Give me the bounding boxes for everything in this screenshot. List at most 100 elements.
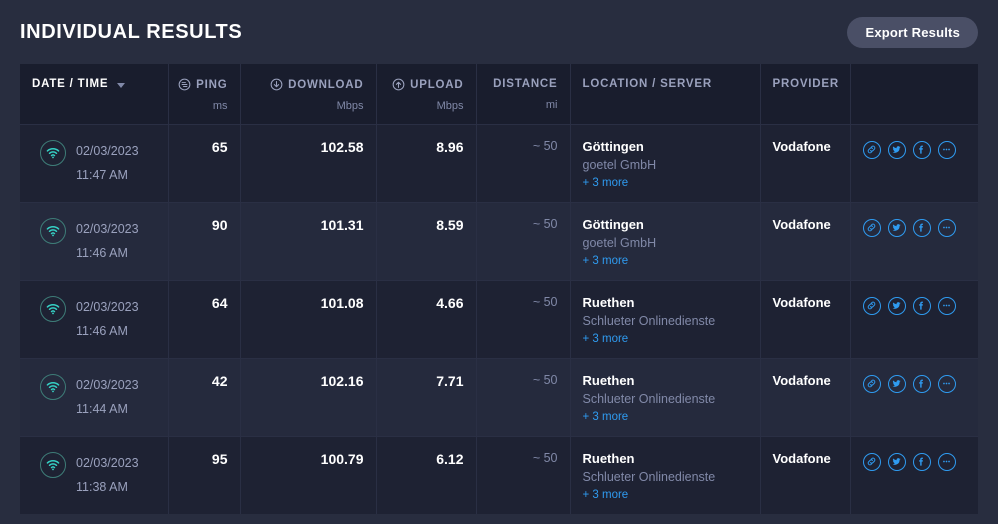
- facebook-icon[interactable]: [912, 296, 931, 315]
- download-value: 101.08: [320, 294, 364, 311]
- download-value: 102.58: [320, 138, 364, 155]
- cell-upload: 7.71: [376, 357, 477, 436]
- twitter-icon[interactable]: [887, 374, 906, 393]
- provider-value: Vodafone: [772, 450, 831, 466]
- upload-value: 8.59: [436, 216, 464, 233]
- column-unit-distance: mi: [545, 99, 558, 111]
- link-icon[interactable]: [862, 374, 881, 393]
- location-server: goetel GmbH: [582, 235, 657, 250]
- result-date: 02/03/2023: [76, 299, 139, 314]
- column-header-location-server[interactable]: LOCATION / SERVER: [570, 64, 761, 124]
- column-header-location-server-label: LOCATION / SERVER: [582, 78, 712, 90]
- download-value: 101.31: [320, 216, 364, 233]
- column-header-provider[interactable]: PROVIDER: [760, 64, 851, 124]
- wifi-icon: [40, 139, 66, 166]
- more-icon[interactable]: [937, 218, 956, 237]
- location-city: Ruethen: [582, 372, 635, 388]
- facebook-icon[interactable]: [912, 374, 931, 393]
- show-more-servers-link[interactable]: + 3 more: [583, 177, 748, 189]
- location-city: Göttingen: [582, 216, 644, 232]
- upload-value: 8.96: [436, 138, 464, 155]
- individual-results-table: DATE / TIME PING ms DOWNLOAD Mbps UPLOAD…: [20, 64, 978, 514]
- table-row[interactable]: 02/03/2023 11:38 AM 95 100.79 6.12 ~ 50 …: [20, 435, 978, 514]
- more-icon[interactable]: [937, 452, 956, 471]
- result-date: 02/03/2023: [76, 221, 139, 236]
- facebook-icon[interactable]: [912, 452, 931, 471]
- cell-download: 101.31: [240, 201, 377, 280]
- provider-value: Vodafone: [772, 294, 831, 310]
- cell-upload: 6.12: [376, 435, 477, 514]
- cell-download: 102.58: [240, 123, 377, 202]
- show-more-servers-link[interactable]: + 3 more: [583, 411, 748, 423]
- column-header-provider-label: PROVIDER: [772, 78, 839, 90]
- export-results-button[interactable]: Export Results: [847, 16, 978, 48]
- column-header-date-time[interactable]: DATE / TIME: [20, 64, 169, 124]
- more-icon[interactable]: [937, 140, 956, 159]
- page-header: INDIVIDUAL RESULTS Export Results: [0, 0, 998, 64]
- upload-value: 4.66: [436, 294, 464, 311]
- cell-ping: 95: [168, 435, 241, 514]
- twitter-icon[interactable]: [887, 296, 906, 315]
- cell-distance: ~ 50: [476, 201, 571, 280]
- link-icon[interactable]: [862, 218, 881, 237]
- table-row[interactable]: 02/03/2023 11:46 AM 90 101.31 8.59 ~ 50 …: [20, 201, 978, 280]
- more-icon[interactable]: [937, 374, 956, 393]
- cell-provider: Vodafone: [760, 357, 851, 436]
- result-time: 11:44 AM: [76, 402, 128, 417]
- sort-descending-icon[interactable]: [117, 82, 126, 88]
- show-more-servers-link[interactable]: + 3 more: [583, 489, 748, 501]
- provider-value: Vodafone: [772, 372, 831, 388]
- ping-value: 42: [211, 372, 228, 389]
- cell-location-server: Göttingen goetel GmbH + 3 more: [570, 201, 761, 280]
- link-icon[interactable]: [862, 140, 881, 159]
- show-more-servers-link[interactable]: + 3 more: [583, 255, 748, 267]
- result-date: 02/03/2023: [76, 143, 139, 158]
- table-row[interactable]: 02/03/2023 11:44 AM 42 102.16 7.71 ~ 50 …: [20, 357, 978, 436]
- column-header-distance[interactable]: DISTANCE mi: [476, 64, 571, 124]
- page-title: INDIVIDUAL RESULTS: [20, 20, 243, 43]
- distance-value: ~ 50: [532, 450, 558, 465]
- distance-value: ~ 50: [532, 372, 558, 387]
- twitter-icon[interactable]: [887, 452, 906, 471]
- cell-date-time: 02/03/2023 11:38 AM: [20, 435, 169, 514]
- show-more-servers-link[interactable]: + 3 more: [583, 333, 748, 345]
- twitter-icon[interactable]: [887, 218, 906, 237]
- ping-value: 90: [211, 216, 228, 233]
- column-unit-ping: ms: [212, 100, 228, 112]
- cell-upload: 8.59: [376, 201, 477, 280]
- link-icon[interactable]: [862, 452, 881, 471]
- table-head: DATE / TIME PING ms DOWNLOAD Mbps UPLOAD…: [20, 64, 978, 124]
- column-header-ping[interactable]: PING ms: [168, 64, 241, 124]
- cell-date-time: 02/03/2023 11:47 AM: [20, 123, 169, 202]
- location-city: Ruethen: [582, 294, 635, 310]
- cell-download: 102.16: [240, 357, 377, 436]
- cell-provider: Vodafone: [760, 435, 851, 514]
- column-header-ping-label: PING: [196, 78, 228, 91]
- result-time: 11:46 AM: [76, 324, 128, 339]
- cell-distance: ~ 50: [476, 279, 571, 358]
- more-icon[interactable]: [937, 296, 956, 315]
- cell-location-server: Ruethen Schlueter Onlinedienste + 3 more: [570, 279, 761, 358]
- wifi-icon: [40, 295, 66, 322]
- result-time: 11:38 AM: [76, 480, 128, 495]
- ping-value: 65: [211, 138, 228, 155]
- facebook-icon[interactable]: [912, 218, 931, 237]
- result-time: 11:46 AM: [76, 246, 128, 261]
- location-city: Ruethen: [582, 450, 635, 466]
- upload-value: 6.12: [436, 450, 464, 467]
- cell-ping: 64: [168, 279, 241, 358]
- twitter-icon[interactable]: [887, 140, 906, 159]
- facebook-icon[interactable]: [912, 140, 931, 159]
- table-row[interactable]: 02/03/2023 11:47 AM 65 102.58 8.96 ~ 50 …: [20, 123, 978, 202]
- cell-provider: Vodafone: [760, 123, 851, 202]
- distance-value: ~ 50: [532, 294, 558, 309]
- cell-location-server: Göttingen goetel GmbH + 3 more: [570, 123, 761, 202]
- link-icon[interactable]: [862, 296, 881, 315]
- cell-actions: [850, 435, 978, 514]
- column-header-upload[interactable]: UPLOAD Mbps: [376, 64, 477, 124]
- location-server: goetel GmbH: [582, 157, 657, 172]
- result-date: 02/03/2023: [76, 455, 139, 470]
- cell-distance: ~ 50: [476, 435, 571, 514]
- column-header-download[interactable]: DOWNLOAD Mbps: [240, 64, 377, 124]
- table-row[interactable]: 02/03/2023 11:46 AM 64 101.08 4.66 ~ 50 …: [20, 279, 978, 358]
